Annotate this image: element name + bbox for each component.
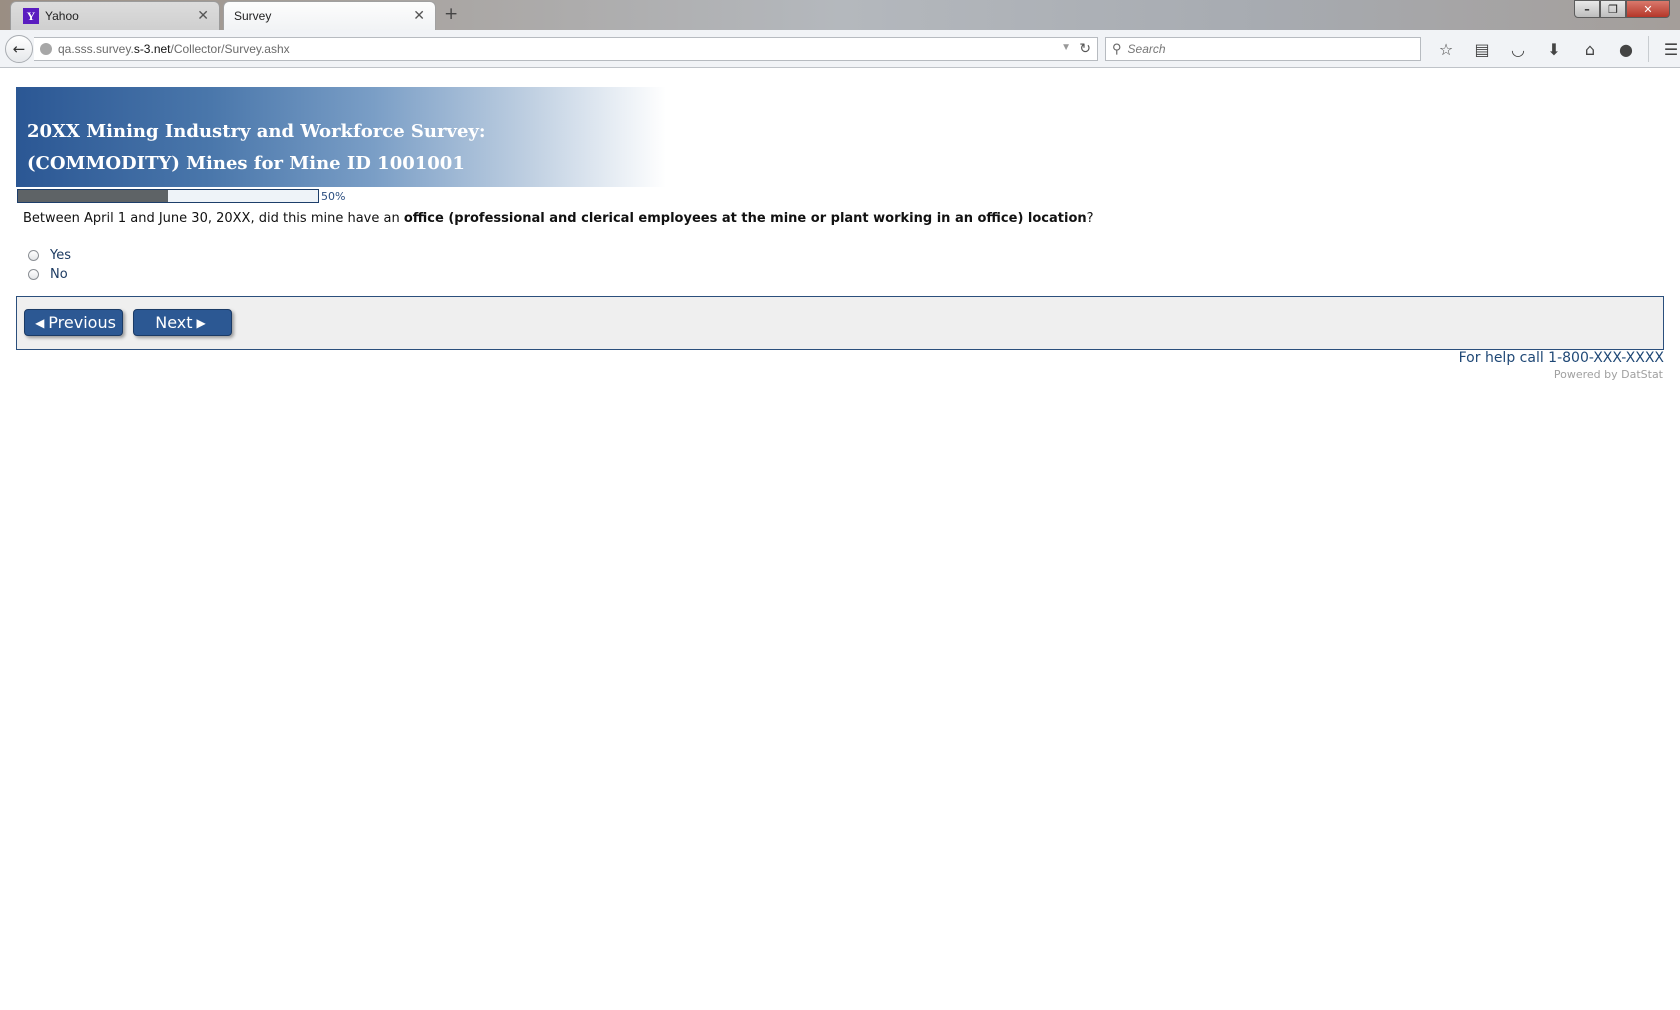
url-bar[interactable]: qa.sss.survey. s-3.net/Collector/Survey.a… [34, 37, 1098, 61]
menu-icon[interactable]: ☰ [1653, 38, 1680, 60]
progress-label: 50% [321, 190, 346, 203]
close-icon[interactable]: ✕ [413, 8, 425, 22]
triangle-right-icon: ▶ [196, 315, 206, 330]
maximize-icon[interactable]: ❐ [1600, 0, 1626, 18]
url-prefix: qa.sss.survey. [58, 42, 134, 56]
question-emphasis: office (professional and clerical employ… [403, 211, 1087, 226]
next-button[interactable]: Next ▶ [133, 309, 232, 336]
previous-button[interactable]: ◀ Previous [24, 309, 123, 336]
new-tab-icon[interactable]: + [444, 6, 458, 23]
search-placeholder: Search [1127, 42, 1166, 56]
tab-survey[interactable]: Survey ✕ [223, 1, 436, 30]
tab-label: Yahoo [45, 9, 79, 23]
site-info-icon[interactable] [40, 43, 52, 55]
toolbar-icons: ☆ ▤ ◡ ⬇ ⌂ ● ☰ [1428, 36, 1680, 62]
option-yes[interactable]: Yes [28, 248, 71, 263]
tab-yahoo[interactable]: Y Yahoo ✕ [10, 1, 220, 30]
radio-button[interactable] [28, 250, 39, 261]
reading-list-icon[interactable]: ▤ [1464, 38, 1500, 60]
window-controls: – ❐ ✕ [1574, 0, 1670, 18]
question-text: Between April 1 and June 30, 20XX, did t… [23, 211, 1094, 226]
question-prefix: Between April 1 and June 30, 20XX, did t… [23, 211, 404, 226]
yahoo-icon: Y [23, 8, 39, 24]
search-icon: ⚲ [1112, 41, 1122, 56]
url-path: /Collector/Survey.ashx [170, 42, 290, 56]
home-icon[interactable]: ⌂ [1572, 38, 1608, 60]
pocket-icon[interactable]: ◡ [1500, 38, 1536, 60]
triangle-left-icon: ◀ [35, 315, 45, 330]
survey-subtitle: (COMMODITY) Mines for Mine ID 1001001 [27, 153, 465, 174]
next-label: Next [155, 313, 193, 332]
option-no[interactable]: No [28, 267, 68, 282]
close-icon[interactable]: ✕ [197, 8, 209, 22]
url-dropdown-icon[interactable]: ▼ [1061, 42, 1071, 53]
powered-by-text: Powered by DatStat [1553, 368, 1663, 381]
question-suffix: ? [1086, 211, 1094, 226]
navigation-panel: ◀ Previous Next ▶ [16, 296, 1664, 350]
radio-button[interactable] [28, 269, 39, 280]
url-domain: s-3.net [133, 42, 171, 56]
download-icon[interactable]: ⬇ [1536, 38, 1572, 60]
search-input[interactable]: ⚲ Search [1105, 37, 1421, 61]
tab-label: Survey [234, 9, 272, 23]
toolbar-divider [1648, 36, 1649, 62]
progress-fill [18, 190, 168, 202]
previous-label: Previous [48, 313, 116, 332]
browser-titlebar: Y Yahoo ✕ Survey ✕ + – ❐ ✕ [0, 0, 1680, 30]
survey-title: 20XX Mining Industry and Workforce Surve… [27, 121, 486, 142]
back-icon[interactable]: ← [5, 35, 33, 63]
survey-header: 20XX Mining Industry and Workforce Surve… [16, 87, 666, 187]
progress-bar [17, 189, 319, 203]
help-text: For help call 1-800-XXX-XXXX [1458, 350, 1664, 366]
bookmark-star-icon[interactable]: ☆ [1428, 38, 1464, 60]
minimize-icon[interactable]: – [1574, 0, 1600, 18]
window-close-icon[interactable]: ✕ [1626, 0, 1670, 18]
browser-toolbar: ← qa.sss.survey. s-3.net/Collector/Survey… [0, 30, 1680, 68]
option-label: No [50, 267, 68, 282]
option-label: Yes [50, 248, 71, 263]
reload-icon[interactable]: ↻ [1079, 40, 1091, 57]
chat-icon[interactable]: ● [1608, 38, 1644, 60]
